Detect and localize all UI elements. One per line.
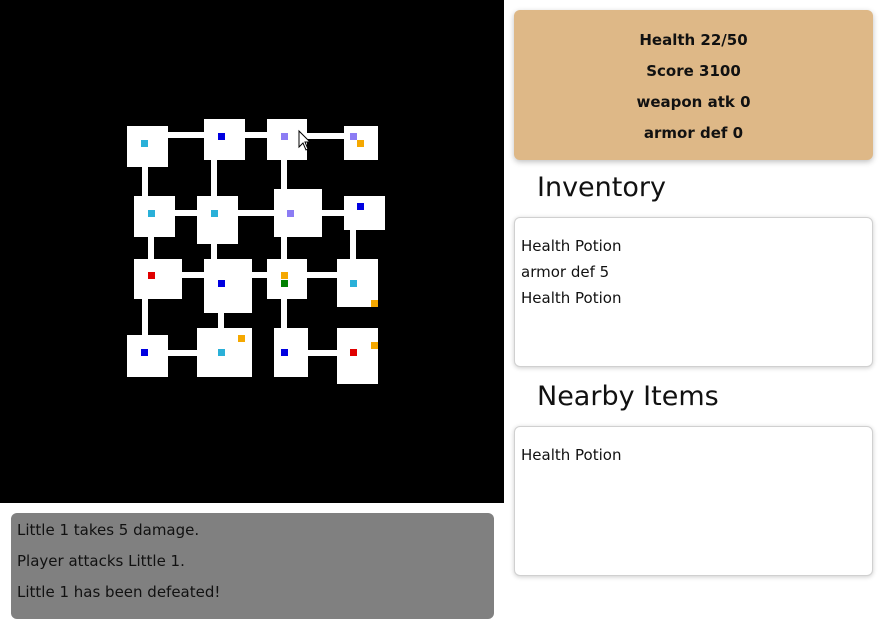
corridor [142, 299, 148, 335]
map-markers [141, 133, 378, 356]
message-log: Little 1 takes 5 damage. Player attacks … [11, 513, 494, 619]
corridor [142, 167, 148, 196]
room [197, 196, 238, 244]
corridors [142, 132, 356, 356]
score-stat: Score 3100 [646, 62, 741, 80]
corridor [148, 237, 154, 259]
item-marker [287, 210, 294, 217]
corridor [175, 210, 197, 216]
room [337, 259, 378, 307]
corridor [322, 210, 344, 216]
item-marker [218, 133, 225, 140]
inventory-item[interactable]: Health Potion [521, 288, 866, 314]
inventory-panel: Health Potion armor def 5 Health Potion [514, 217, 873, 367]
rooms [127, 119, 385, 384]
log-message: Little 1 has been defeated! [17, 583, 221, 601]
corridor [238, 210, 274, 216]
corridor [281, 237, 287, 259]
corridor [281, 299, 287, 328]
item-marker [141, 140, 148, 147]
item-marker [371, 300, 378, 307]
corridor [252, 272, 267, 278]
corridor [218, 313, 224, 328]
item-marker [350, 133, 357, 140]
inventory-item[interactable]: Health Potion [521, 236, 866, 262]
inventory-title: Inventory [537, 172, 666, 203]
nearby-items-panel: Health Potion [514, 426, 873, 576]
corridor [307, 272, 337, 278]
item-marker [281, 272, 288, 279]
corridor [308, 350, 337, 356]
corridor [281, 160, 287, 189]
corridor [168, 132, 204, 138]
corridor [211, 244, 217, 259]
nearby-items-title: Nearby Items [537, 381, 719, 412]
dungeon-map-canvas [127, 119, 385, 384]
room [134, 259, 182, 299]
armor-stat: armor def 0 [643, 124, 744, 142]
item-marker [281, 349, 288, 356]
item-marker [350, 280, 357, 287]
health-stat: Health 22/50 [639, 31, 748, 49]
room [274, 189, 322, 237]
corridor [211, 160, 217, 196]
item-marker [238, 335, 245, 342]
corridor [168, 350, 197, 356]
room [204, 259, 252, 313]
item-marker [218, 280, 225, 287]
room [337, 328, 378, 384]
item-marker [141, 349, 148, 356]
room [274, 328, 308, 377]
inventory-item[interactable]: armor def 5 [521, 262, 866, 288]
dungeon-map[interactable] [0, 0, 504, 503]
item-marker [211, 210, 218, 217]
weapon-stat: weapon atk 0 [636, 93, 751, 111]
enemy-marker [350, 349, 357, 356]
item-marker [371, 342, 378, 349]
item-marker [218, 349, 225, 356]
item-marker [357, 140, 364, 147]
nearby-item[interactable]: Health Potion [521, 445, 866, 471]
item-marker [281, 133, 288, 140]
corridor [182, 272, 204, 278]
log-message: Little 1 takes 5 damage. [17, 521, 200, 539]
player-stats-panel: Health 22/50 Score 3100 weapon atk 0 arm… [514, 10, 873, 160]
player-marker [281, 280, 288, 287]
room [344, 196, 385, 230]
corridor [245, 132, 267, 138]
item-marker [148, 210, 155, 217]
item-marker [357, 203, 364, 210]
corridor [307, 133, 344, 139]
log-message: Player attacks Little 1. [17, 552, 185, 570]
corridor [350, 230, 356, 259]
enemy-marker [148, 272, 155, 279]
